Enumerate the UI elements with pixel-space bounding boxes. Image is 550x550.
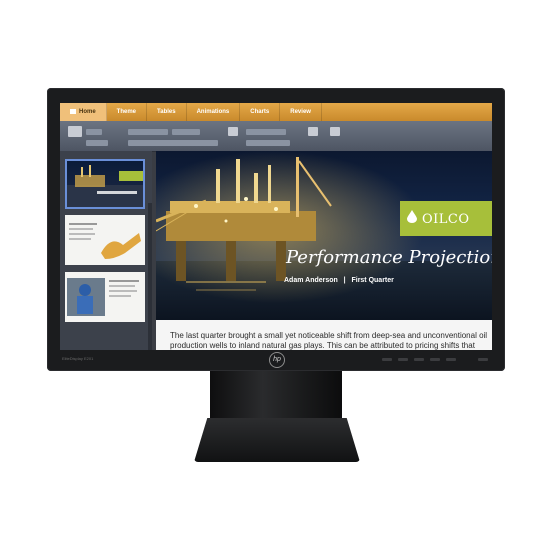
notes-text: The last quarter brought a small yet not… (170, 331, 488, 350)
tab-home-label: Home (79, 109, 96, 115)
tab-tables[interactable]: Tables (147, 103, 187, 121)
font-size-controls[interactable] (172, 129, 200, 135)
slide-title: Performance Projections (286, 247, 492, 268)
model-label: EliteDisplay E201 (62, 356, 94, 361)
tab-review-label: Review (290, 109, 311, 115)
oil-drop-icon (407, 210, 417, 223)
monitor-button[interactable] (382, 358, 392, 361)
quarter-label: First Quarter (351, 277, 394, 284)
monitor-stand-neck (210, 371, 342, 425)
ribbon-toolbar (60, 121, 492, 152)
slide-thumbnails-panel (60, 151, 152, 350)
text-format-buttons[interactable] (128, 140, 218, 146)
speaker-notes[interactable]: The last quarter brought a small yet not… (156, 320, 492, 350)
oil-rig-thumbnail-icon (67, 165, 143, 207)
hp-logo: hp (269, 352, 285, 368)
picture-icon[interactable] (330, 127, 340, 136)
alignment-buttons[interactable] (246, 140, 290, 146)
monitor-button[interactable] (414, 358, 424, 361)
tool-button[interactable] (86, 140, 108, 146)
tab-review[interactable]: Review (280, 103, 322, 121)
slide-byline: Adam Anderson | First Quarter (284, 277, 394, 284)
ribbon-tabs: Home Theme Tables Animations Charts Revi… (60, 103, 492, 121)
pipe-thumbnail-icon (69, 223, 141, 259)
monitor-buttons (382, 358, 492, 362)
tab-charts[interactable]: Charts (240, 103, 281, 121)
monitor-button[interactable] (430, 358, 440, 361)
tab-home[interactable]: Home (60, 103, 107, 121)
tab-theme-label: Theme (116, 109, 137, 115)
monitor-button[interactable] (398, 358, 408, 361)
tab-charts-label: Charts (250, 109, 270, 115)
paragraph-controls[interactable] (246, 129, 286, 135)
worker-thumbnail-icon (67, 278, 139, 316)
brand-name: OILCO (422, 212, 470, 227)
slide-thumbnail-3[interactable] (65, 272, 145, 322)
byline-separator: | (343, 277, 346, 284)
tab-theme[interactable]: Theme (107, 103, 148, 121)
home-icon (70, 108, 76, 114)
tab-animations-label: Animations (196, 109, 230, 115)
monitor-screen: Home Theme Tables Animations Charts Revi… (60, 103, 492, 350)
monitor-stand-base (194, 418, 360, 462)
thumbnail-scrollbar[interactable] (148, 203, 152, 350)
font-select[interactable] (128, 129, 168, 135)
slide-thumbnail-1[interactable] (65, 159, 145, 209)
check-icon[interactable] (228, 127, 238, 136)
slide-thumbnail-2[interactable] (65, 215, 145, 265)
power-button[interactable] (478, 358, 488, 361)
tab-animations[interactable]: Animations (187, 103, 241, 121)
new-slide-icon[interactable] (68, 126, 82, 137)
main-slide[interactable]: OILCO Performance Projections Adam Ander… (156, 151, 492, 320)
tool-button[interactable] (86, 129, 102, 135)
tab-tables-label: Tables (157, 109, 176, 115)
presenter-name: Adam Anderson (284, 277, 338, 284)
table-icon[interactable] (308, 127, 318, 136)
monitor-button[interactable] (446, 358, 456, 361)
